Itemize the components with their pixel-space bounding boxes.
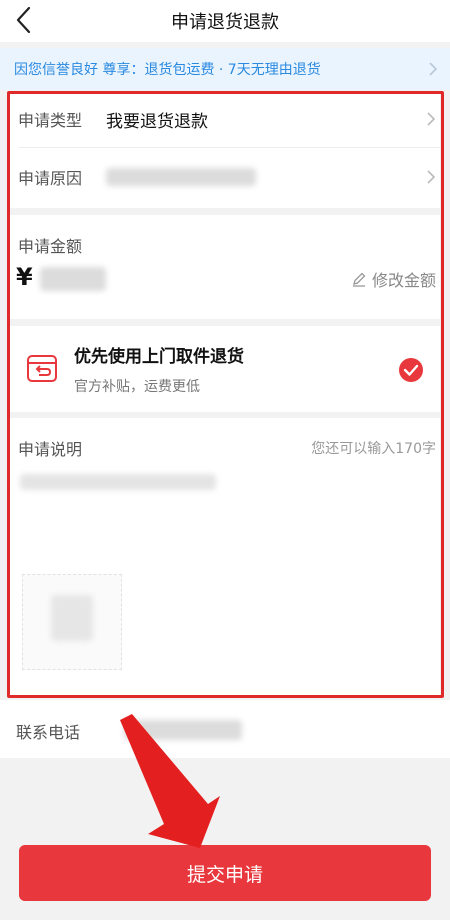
pickup-option-subtitle: 官方补贴，运费更低 bbox=[74, 379, 200, 395]
return-box-icon bbox=[27, 355, 57, 382]
request-description-label: 申请说明 bbox=[18, 440, 83, 459]
credit-notice-text: 因您信誉良好 尊享：退货包运费 · 7天无理由退货 bbox=[14, 62, 321, 78]
pickup-option-title: 优先使用上门取件退货 bbox=[74, 347, 244, 367]
photo-upload-slot[interactable] bbox=[22, 574, 122, 670]
chevron-right-icon bbox=[427, 170, 436, 184]
chevron-right-icon bbox=[427, 112, 436, 126]
request-type-label: 申请类型 bbox=[18, 111, 83, 130]
request-reason-label: 申请原因 bbox=[18, 169, 83, 188]
edit-amount-label: 修改金额 bbox=[371, 271, 436, 290]
submit-button[interactable]: 提交申请 bbox=[19, 845, 431, 901]
currency-symbol: ¥ bbox=[16, 263, 33, 291]
character-count: 您还可以输入170字 bbox=[311, 441, 436, 457]
camera-icon bbox=[51, 595, 93, 641]
contact-phone-label: 联系电话 bbox=[16, 723, 81, 742]
submit-button-label: 提交申请 bbox=[186, 863, 263, 886]
request-reason-value bbox=[106, 168, 257, 186]
pencil-icon bbox=[352, 272, 366, 287]
description-text bbox=[20, 474, 216, 490]
check-circle-icon[interactable] bbox=[398, 357, 424, 383]
request-type-card: 申请类型 我要退货退款 申请原因 bbox=[8, 94, 440, 208]
request-type-value: 我要退货退款 bbox=[106, 111, 209, 132]
chevron-right-icon bbox=[429, 62, 438, 76]
refund-request-page: 申请退货退款 因您信誉良好 尊享：退货包运费 · 7天无理由退货 申请类型 我要… bbox=[0, 0, 450, 920]
request-amount-label: 申请金额 bbox=[18, 237, 83, 256]
request-amount-card: 申请金额 ¥ 修改金额 bbox=[8, 215, 440, 319]
credit-notice-banner[interactable]: 因您信誉良好 尊享：退货包运费 · 7天无理由退货 bbox=[0, 48, 450, 90]
request-description-card: 申请说明 您还可以输入170字 bbox=[8, 418, 440, 696]
top-nav-bar: 申请退货退款 bbox=[0, 0, 450, 42]
back-arrow-icon[interactable] bbox=[10, 5, 40, 35]
request-type-row[interactable]: 申请类型 我要退货退款 bbox=[8, 94, 440, 144]
request-reason-row[interactable]: 申请原因 bbox=[8, 152, 440, 202]
page-title: 申请退货退款 bbox=[171, 12, 279, 33]
description-input[interactable] bbox=[16, 468, 428, 498]
pickup-option-card[interactable]: 优先使用上门取件退货 官方补贴，运费更低 bbox=[8, 326, 440, 412]
edit-amount-button[interactable]: 修改金额 bbox=[351, 267, 436, 291]
request-amount-value bbox=[40, 267, 106, 291]
annotation-arrow-icon bbox=[120, 714, 220, 848]
